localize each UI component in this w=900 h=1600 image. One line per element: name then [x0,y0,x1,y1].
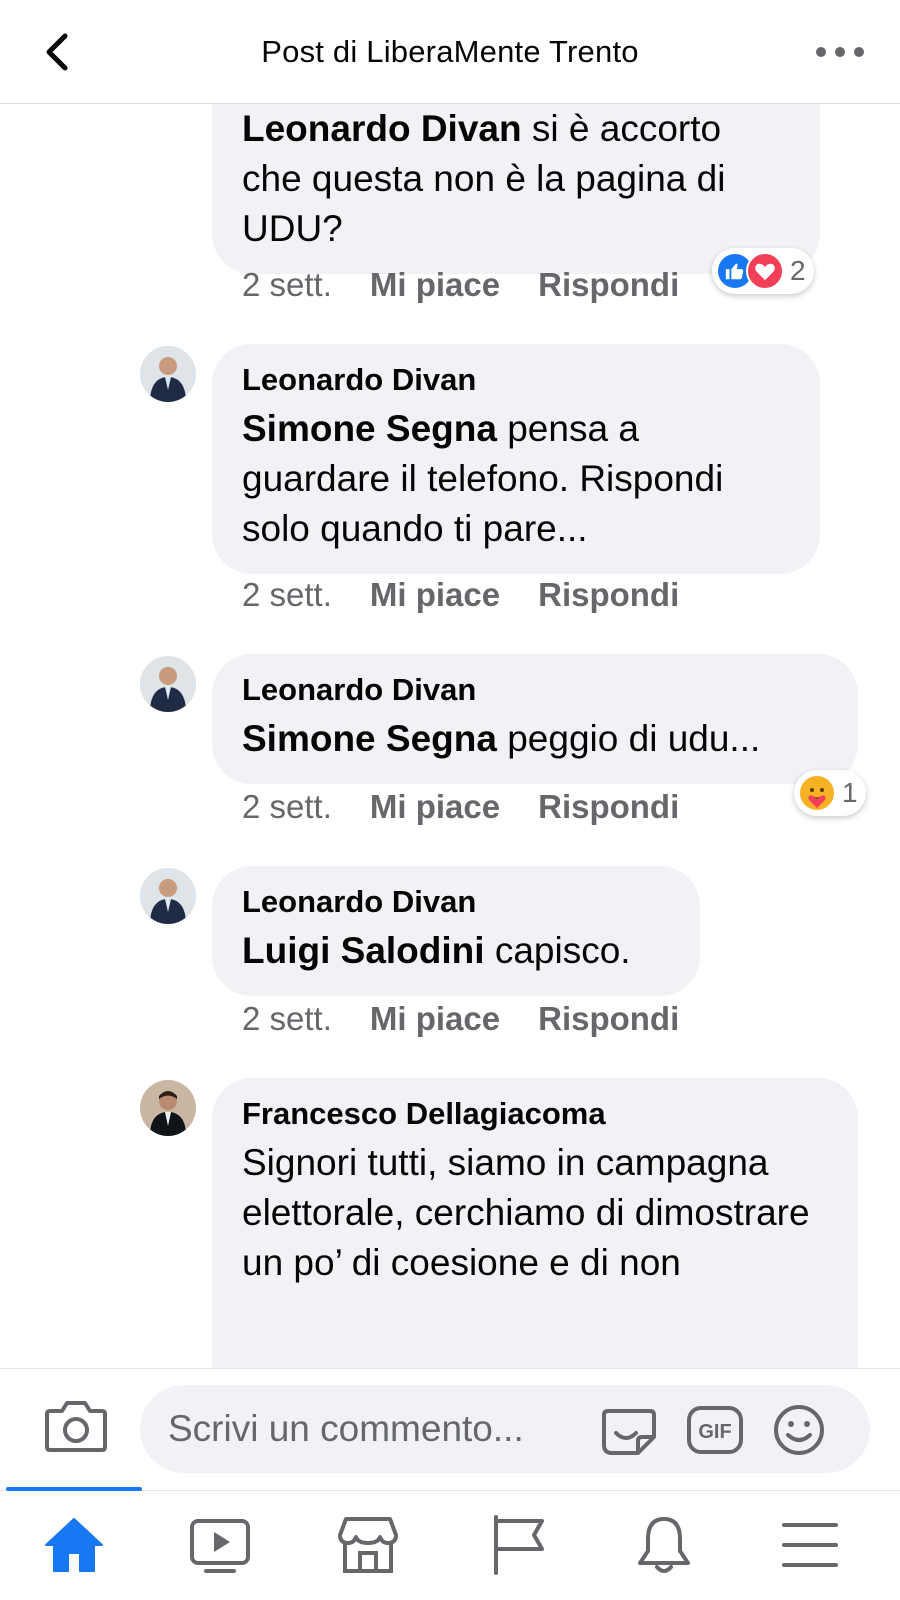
camera-icon [45,1401,107,1452]
comment-bubble: Leonardo Divan Simone Segna pensa a guar… [212,344,820,574]
comment-bubble: Francesco Dellagiacoma Signori tutti, si… [212,1078,858,1368]
sticker-icon [602,1409,656,1455]
comment-input-container[interactable]: GIF [140,1385,870,1473]
marketplace-icon [338,1517,398,1573]
home-icon [45,1518,103,1572]
reply-button[interactable]: Rispondi [538,788,679,825]
love-icon [746,252,784,290]
comment-text: Leonardo Divan si è accorto che questa n… [242,108,726,249]
comments-feed[interactable]: Leonardo Divan si è accorto che questa n… [0,104,900,1368]
tab-menu[interactable] [778,1513,842,1577]
avatar[interactable] [140,656,196,712]
reply-button[interactable]: Rispondi [538,266,679,303]
like-button[interactable]: Mi piace [370,1000,500,1037]
comment-actions: 2 sett. Mi piace Rispondi [242,1000,717,1038]
gif-icon: GIF [687,1406,743,1454]
reaction-count: 2 [790,255,806,286]
comment-actions: 2 sett. Mi piace Rispondi [242,576,717,614]
comment-text: Simone Segna pensa a guardare il telefon… [242,408,724,549]
reaction-summary[interactable]: 2 [712,248,814,294]
notifications-bell-icon [638,1517,690,1573]
avatar[interactable] [140,346,196,402]
comment-author[interactable]: Leonardo Divan [242,362,790,398]
gif-button[interactable]: GIF [686,1403,744,1457]
video-icon [190,1519,250,1573]
comment-author[interactable]: Francesco Dellagiacoma [242,1096,828,1132]
comment-time: 2 sett. [242,788,332,825]
tab-video[interactable] [188,1513,252,1577]
mention-link[interactable]: Simone Segna [242,408,497,449]
comment-time: 2 sett. [242,1000,332,1037]
more-options-button[interactable] [816,30,864,74]
comment-bubble: Leonardo Divan Simone Segna peggio di ud… [212,654,858,784]
like-button[interactable]: Mi piace [370,576,500,613]
reply-button[interactable]: Rispondi [538,1000,679,1037]
care-icon [798,774,836,812]
sticker-button[interactable] [600,1403,658,1457]
active-tab-indicator [6,1487,142,1491]
comment-actions: 2 sett. Mi piace Rispondi [242,788,717,826]
reaction-count: 1 [842,777,858,808]
comment-time: 2 sett. [242,576,332,613]
avatar[interactable] [140,868,196,924]
comment-composer: GIF [0,1368,900,1474]
avatar[interactable] [140,1080,196,1136]
more-horizontal-icon [816,47,826,57]
comment-author[interactable]: Leonardo Divan [242,884,670,920]
menu-icon [782,1523,838,1567]
mention-link[interactable]: Simone Segna [242,718,497,759]
reaction-summary[interactable]: 1 [794,770,866,816]
like-button[interactable]: Mi piace [370,266,500,303]
emoji-button[interactable] [770,1403,828,1457]
svg-text:GIF: GIF [698,1421,731,1443]
comment-text: Simone Segna peggio di udu... [242,718,761,759]
comment-time: 2 sett. [242,266,332,303]
mention-link[interactable]: Leonardo Divan [242,108,522,149]
comment-text: Signori tutti, siamo in campagna elettor… [242,1142,810,1283]
pages-flag-icon [494,1515,544,1575]
bottom-navigation [0,1487,900,1600]
tab-marketplace[interactable] [336,1513,400,1577]
comment-actions: 2 sett. Mi piace Rispondi [242,266,717,304]
top-bar: Post di LiberaMente Trento [0,0,900,104]
like-button[interactable]: Mi piace [370,788,500,825]
tab-notifications[interactable] [632,1513,696,1577]
emoji-icon [774,1405,824,1455]
tab-pages[interactable] [486,1513,550,1577]
camera-button[interactable] [44,1397,108,1453]
reply-button[interactable]: Rispondi [538,576,679,613]
mention-link[interactable]: Luigi Salodini [242,930,485,971]
page-title: Post di LiberaMente Trento [261,34,639,69]
comment-text: Luigi Salodini capisco. [242,930,631,971]
comment-author[interactable]: Leonardo Divan [242,672,828,708]
comment-bubble: Leonardo Divan Luigi Salodini capisco. [212,866,700,996]
comment-input[interactable] [168,1399,598,1459]
tab-home[interactable] [42,1513,106,1577]
